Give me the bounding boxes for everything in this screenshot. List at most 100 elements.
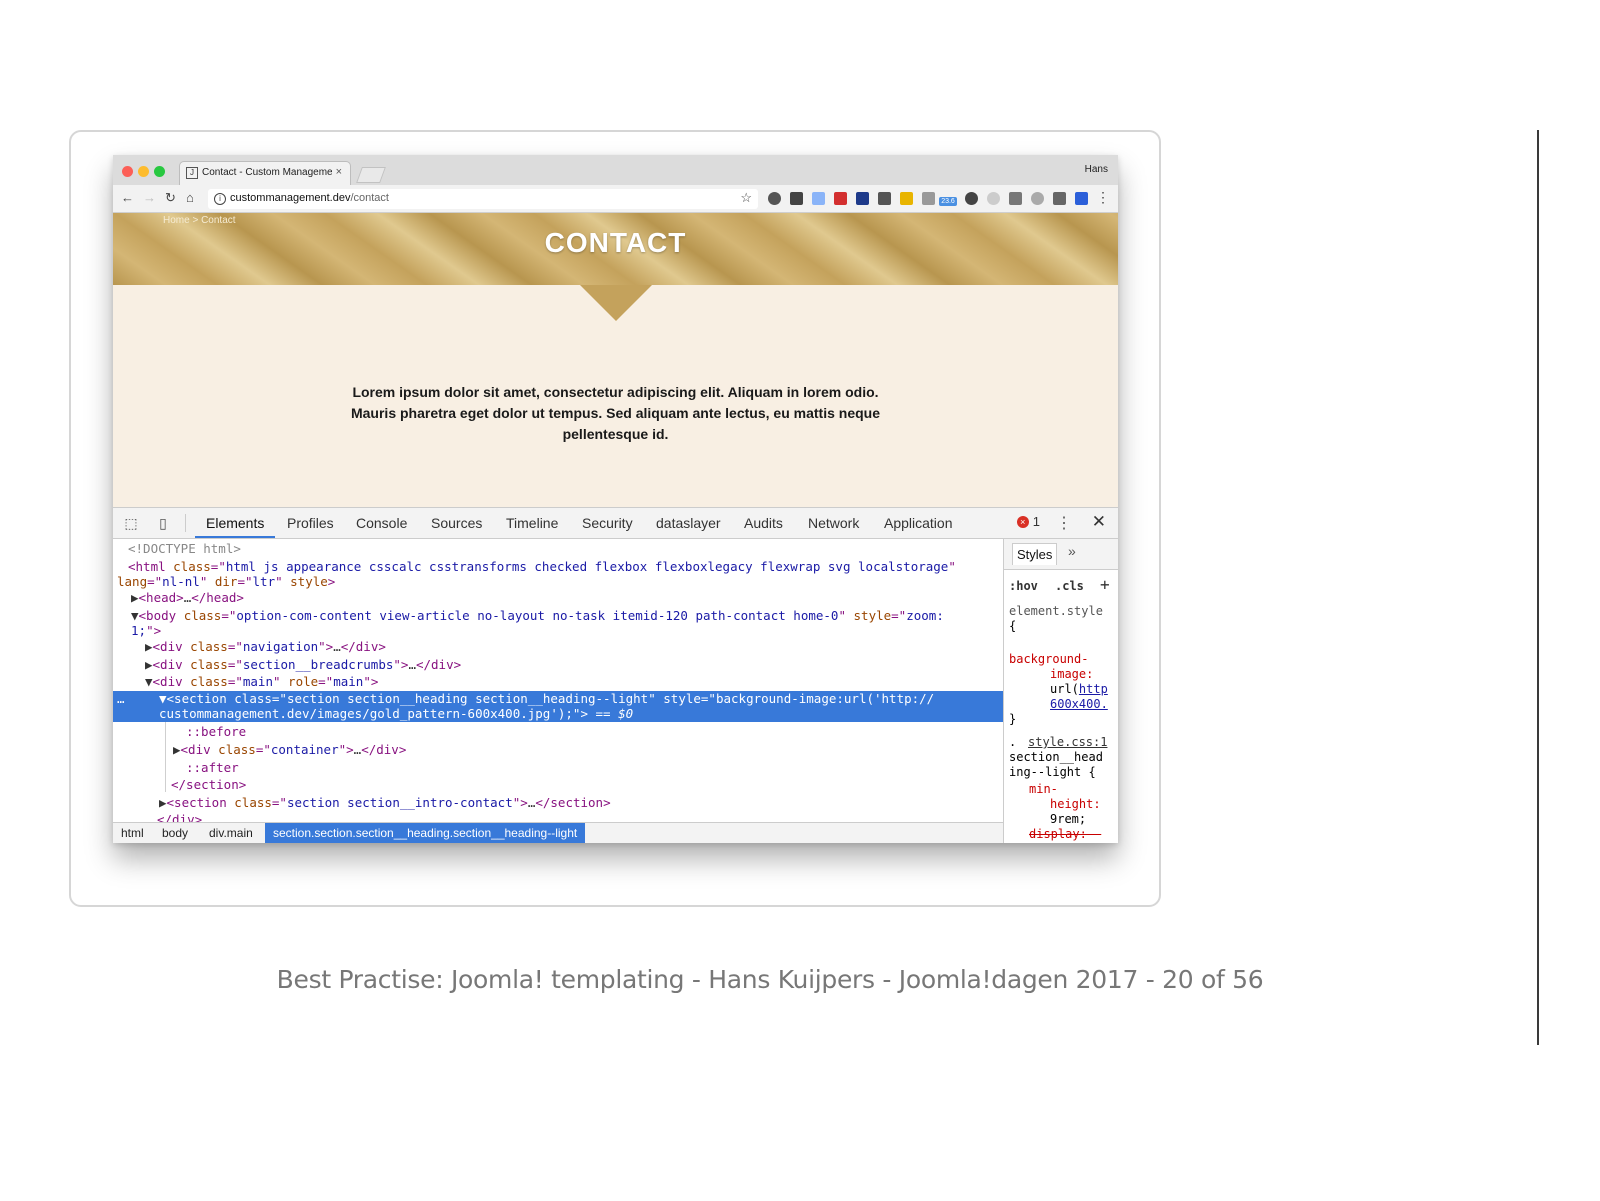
crumb-body[interactable]: body bbox=[162, 826, 188, 840]
dom-node-main[interactable]: ▼<div class="main" role="main"> bbox=[145, 674, 1003, 690]
hov-toggle[interactable]: :hov bbox=[1009, 579, 1038, 595]
info-ext-icon[interactable] bbox=[768, 192, 781, 205]
min-height-prop1[interactable]: min- bbox=[1029, 782, 1058, 798]
dict-ext-icon[interactable] bbox=[878, 192, 891, 205]
tab-close-icon[interactable]: × bbox=[336, 166, 342, 178]
min-height-value[interactable]: 9rem; bbox=[1050, 812, 1086, 828]
dom-breadcrumb-bar: html body div.main section.section.secti… bbox=[113, 822, 1003, 843]
tab-application[interactable]: Application bbox=[884, 515, 953, 531]
back-icon[interactable]: ← bbox=[121, 190, 134, 205]
dom-node-body[interactable]: ▼<body class="option-com-content view-ar… bbox=[131, 608, 1003, 624]
dom-node-breadcrumbs[interactable]: ▶<div class="section__breadcrumbs">…</di… bbox=[145, 657, 1003, 673]
cloud-ext-badge[interactable]: 23.6 bbox=[939, 197, 957, 206]
bg-value-link[interactable]: 600x400. bbox=[1050, 697, 1108, 713]
new-tab-button[interactable] bbox=[356, 167, 386, 183]
address-bar[interactable]: i custommanagement.dev/contact ☆ bbox=[208, 189, 758, 209]
reload-icon[interactable]: ↻ bbox=[165, 190, 176, 206]
devtools-panel: ⬚ ▯ Elements Profiles Console Sources Ti… bbox=[113, 507, 1118, 843]
dom-node-div-close[interactable]: </div> bbox=[157, 812, 1003, 822]
bookmark-star-icon[interactable]: ☆ bbox=[740, 190, 752, 206]
bg-value-line1[interactable]: url(http bbox=[1050, 682, 1108, 698]
sync-ext-icon[interactable] bbox=[987, 192, 1000, 205]
tree-guide-line bbox=[165, 722, 166, 792]
info-icon[interactable]: i bbox=[214, 193, 226, 205]
dom-node-section-selected[interactable]: … ▼<section class="section section__head… bbox=[113, 691, 1003, 722]
tab-sources[interactable]: Sources bbox=[431, 515, 482, 531]
devtools-menu-icon[interactable]: ⋮ bbox=[1056, 513, 1072, 533]
devtools-close-icon[interactable]: ✕ bbox=[1092, 512, 1106, 532]
element-style-label: element.style bbox=[1009, 604, 1103, 618]
crumb-section-active[interactable]: section.section.section__heading.section… bbox=[265, 823, 586, 843]
tab-profiles[interactable]: Profiles bbox=[287, 515, 334, 531]
screen-ext-icon[interactable] bbox=[812, 192, 825, 205]
rule-dot: . bbox=[1009, 735, 1017, 749]
cls-toggle[interactable]: .cls bbox=[1055, 579, 1084, 595]
min-height-prop2[interactable]: height: bbox=[1050, 797, 1101, 813]
camera-ext-icon[interactable] bbox=[922, 192, 935, 205]
lastpass-ext-icon[interactable] bbox=[834, 192, 847, 205]
browser-tab[interactable]: J Contact - Custom Managemen × bbox=[179, 161, 351, 185]
speed-ext-icon[interactable] bbox=[1031, 192, 1044, 205]
zoom-window-icon[interactable] bbox=[154, 166, 165, 177]
node-ellipsis-icon[interactable]: … bbox=[117, 691, 125, 707]
error-counter[interactable]: × 1 bbox=[1016, 514, 1040, 529]
tab-network[interactable]: Network bbox=[808, 515, 859, 531]
vue-ext-icon[interactable] bbox=[856, 192, 869, 205]
selector-line1: section__head bbox=[1009, 750, 1103, 764]
joomla-favicon-icon: J bbox=[186, 167, 198, 179]
elements-tree[interactable]: <!DOCTYPE html> <html class="html js app… bbox=[113, 539, 1003, 822]
tab-elements[interactable]: Elements bbox=[206, 515, 264, 531]
home-icon[interactable]: ⌂ bbox=[186, 190, 194, 205]
tab-dataslayer[interactable]: dataslayer bbox=[656, 515, 721, 531]
tab-console[interactable]: Console bbox=[356, 515, 407, 531]
profile-name[interactable]: Hans bbox=[1085, 164, 1108, 175]
dom-node-head[interactable]: ▶<head>…</head> bbox=[131, 590, 1003, 606]
dom-node-body-cont[interactable]: 1;"> bbox=[131, 623, 1003, 639]
tab-audits[interactable]: Audits bbox=[744, 515, 783, 531]
slide-divider bbox=[1537, 130, 1539, 1045]
browser-toolbar: ← → ↻ ⌂ i custommanagement.dev/contact ☆… bbox=[113, 185, 1118, 213]
close-window-icon[interactable] bbox=[122, 166, 133, 177]
device-toolbar-icon[interactable]: ▯ bbox=[155, 515, 171, 531]
crumb-div-main[interactable]: div.main bbox=[209, 826, 253, 840]
hero-banner: Home > Contact CONTACT bbox=[113, 213, 1118, 285]
page-body: Lorem ipsum dolor sit amet, consectetur … bbox=[113, 285, 1118, 507]
dom-node-doctype[interactable]: <!DOCTYPE html> bbox=[128, 541, 1003, 557]
crumb-html[interactable]: html bbox=[121, 826, 144, 840]
tab-security[interactable]: Security bbox=[582, 515, 633, 531]
pocket-ext-icon[interactable] bbox=[790, 192, 803, 205]
inspect-element-icon[interactable]: ⬚ bbox=[123, 515, 139, 531]
shield-ext-icon[interactable] bbox=[1053, 192, 1066, 205]
styles-tabbar: Styles » bbox=[1004, 539, 1118, 570]
cast-ext-icon[interactable] bbox=[1009, 192, 1022, 205]
forward-icon[interactable]: → bbox=[143, 190, 156, 205]
dom-node-container[interactable]: ▶<div class="container">…</div> bbox=[173, 742, 1003, 758]
intro-line: Mauris pharetra eget dolor ut tempus. Se… bbox=[350, 405, 880, 421]
bg-prop-line2[interactable]: image: bbox=[1050, 667, 1093, 683]
tab-bar: J Contact - Custom Managemen × Hans bbox=[113, 155, 1118, 185]
dom-node-section-close[interactable]: </section> bbox=[171, 777, 1003, 793]
bg-prop-line1[interactable]: background- bbox=[1009, 652, 1088, 668]
add-rule-icon[interactable]: + bbox=[1100, 577, 1110, 593]
timer-ext-icon[interactable] bbox=[965, 192, 978, 205]
dom-node-after[interactable]: ::after bbox=[186, 760, 1003, 776]
more-tabs-icon[interactable]: » bbox=[1068, 543, 1076, 560]
source-link[interactable]: style.css:1 bbox=[1028, 735, 1107, 751]
tab-styles[interactable]: Styles bbox=[1012, 543, 1058, 565]
page-breadcrumb[interactable]: Home > Contact bbox=[163, 215, 236, 226]
js-ext-icon[interactable] bbox=[900, 192, 913, 205]
blue-ext-icon[interactable] bbox=[1075, 192, 1088, 205]
minimize-window-icon[interactable] bbox=[138, 166, 149, 177]
selector-line2: ing--light { bbox=[1009, 765, 1096, 779]
dom-node-intro-contact[interactable]: ▶<section class="section section__intro-… bbox=[159, 795, 1003, 811]
browser-menu-icon[interactable]: ⋮ bbox=[1096, 189, 1110, 206]
dom-node-navigation[interactable]: ▶<div class="navigation">…</div> bbox=[145, 639, 1003, 655]
active-tab-indicator bbox=[195, 536, 275, 538]
tab-timeline[interactable]: Timeline bbox=[506, 515, 558, 531]
url-path: /contact bbox=[350, 192, 389, 204]
dom-node-html[interactable]: <html class="html js appearance csscalc … bbox=[128, 559, 1003, 575]
dom-node-html-cont[interactable]: lang="nl-nl" dir="ltr" style> bbox=[117, 574, 1003, 590]
dom-node-before[interactable]: ::before bbox=[186, 724, 1003, 740]
display-prop-overridden[interactable]: display: - bbox=[1029, 827, 1101, 843]
intro-line: Lorem ipsum dolor sit amet, consectetur … bbox=[352, 384, 879, 400]
